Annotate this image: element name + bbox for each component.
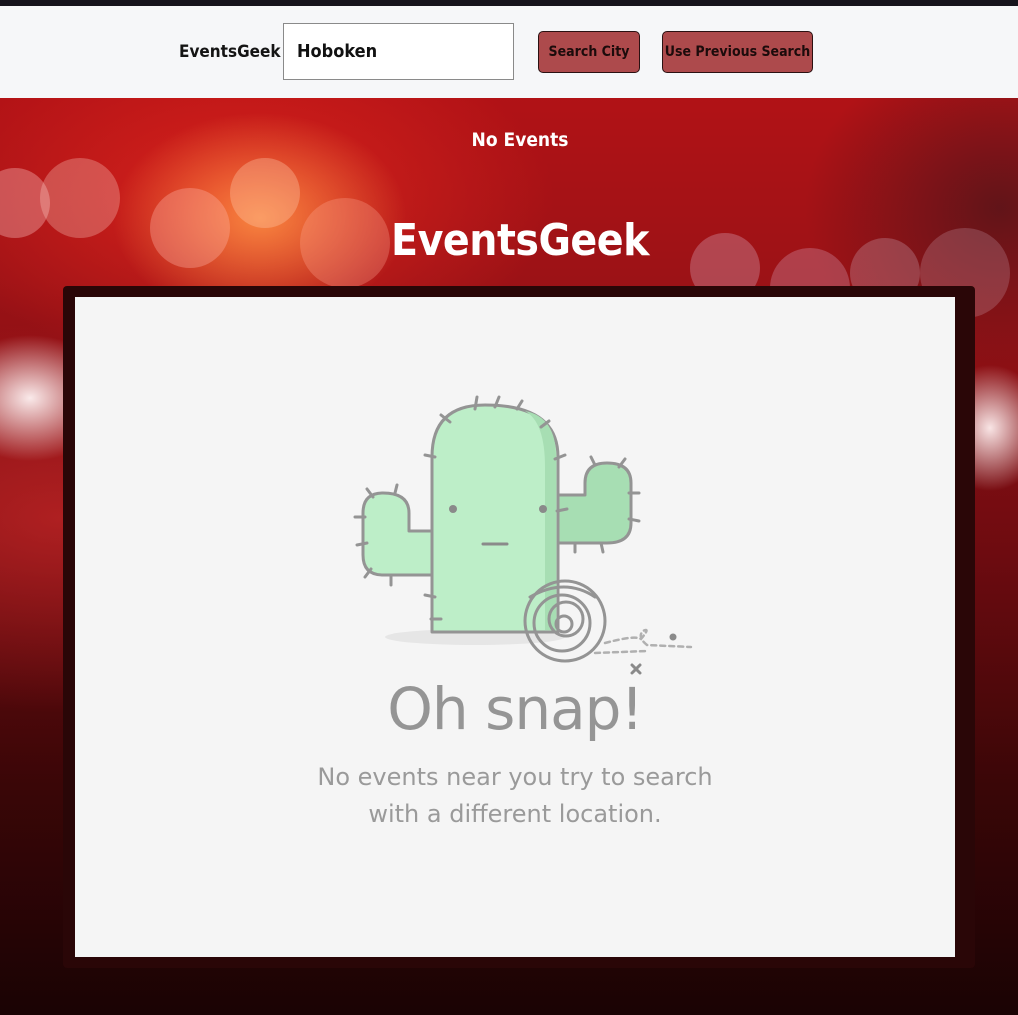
navbar: EventsGeek Search City Use Previous Sear…: [0, 6, 1018, 98]
page-title: EventsGeek: [391, 215, 649, 266]
empty-state-message-line: with a different location.: [368, 800, 662, 828]
empty-state-message-line: No events near you try to search: [317, 763, 713, 791]
search-city-button[interactable]: Search City: [538, 31, 640, 73]
cactus-icon: [353, 395, 693, 675]
empty-state-message: No events near you try to search with a …: [75, 759, 955, 833]
nav-brand[interactable]: EventsGeek: [179, 42, 281, 62]
city-search-input[interactable]: [283, 23, 514, 80]
use-previous-search-button[interactable]: Use Previous Search: [662, 31, 813, 73]
status-message: No Events: [471, 129, 569, 151]
empty-state: Oh snap! No events near you try to searc…: [75, 297, 955, 957]
hero-section: No Events EventsGeek Oh snap! No events …: [0, 98, 1018, 1015]
results-panel: Oh snap! No events near you try to searc…: [63, 286, 975, 968]
empty-state-headline: Oh snap!: [387, 675, 643, 743]
